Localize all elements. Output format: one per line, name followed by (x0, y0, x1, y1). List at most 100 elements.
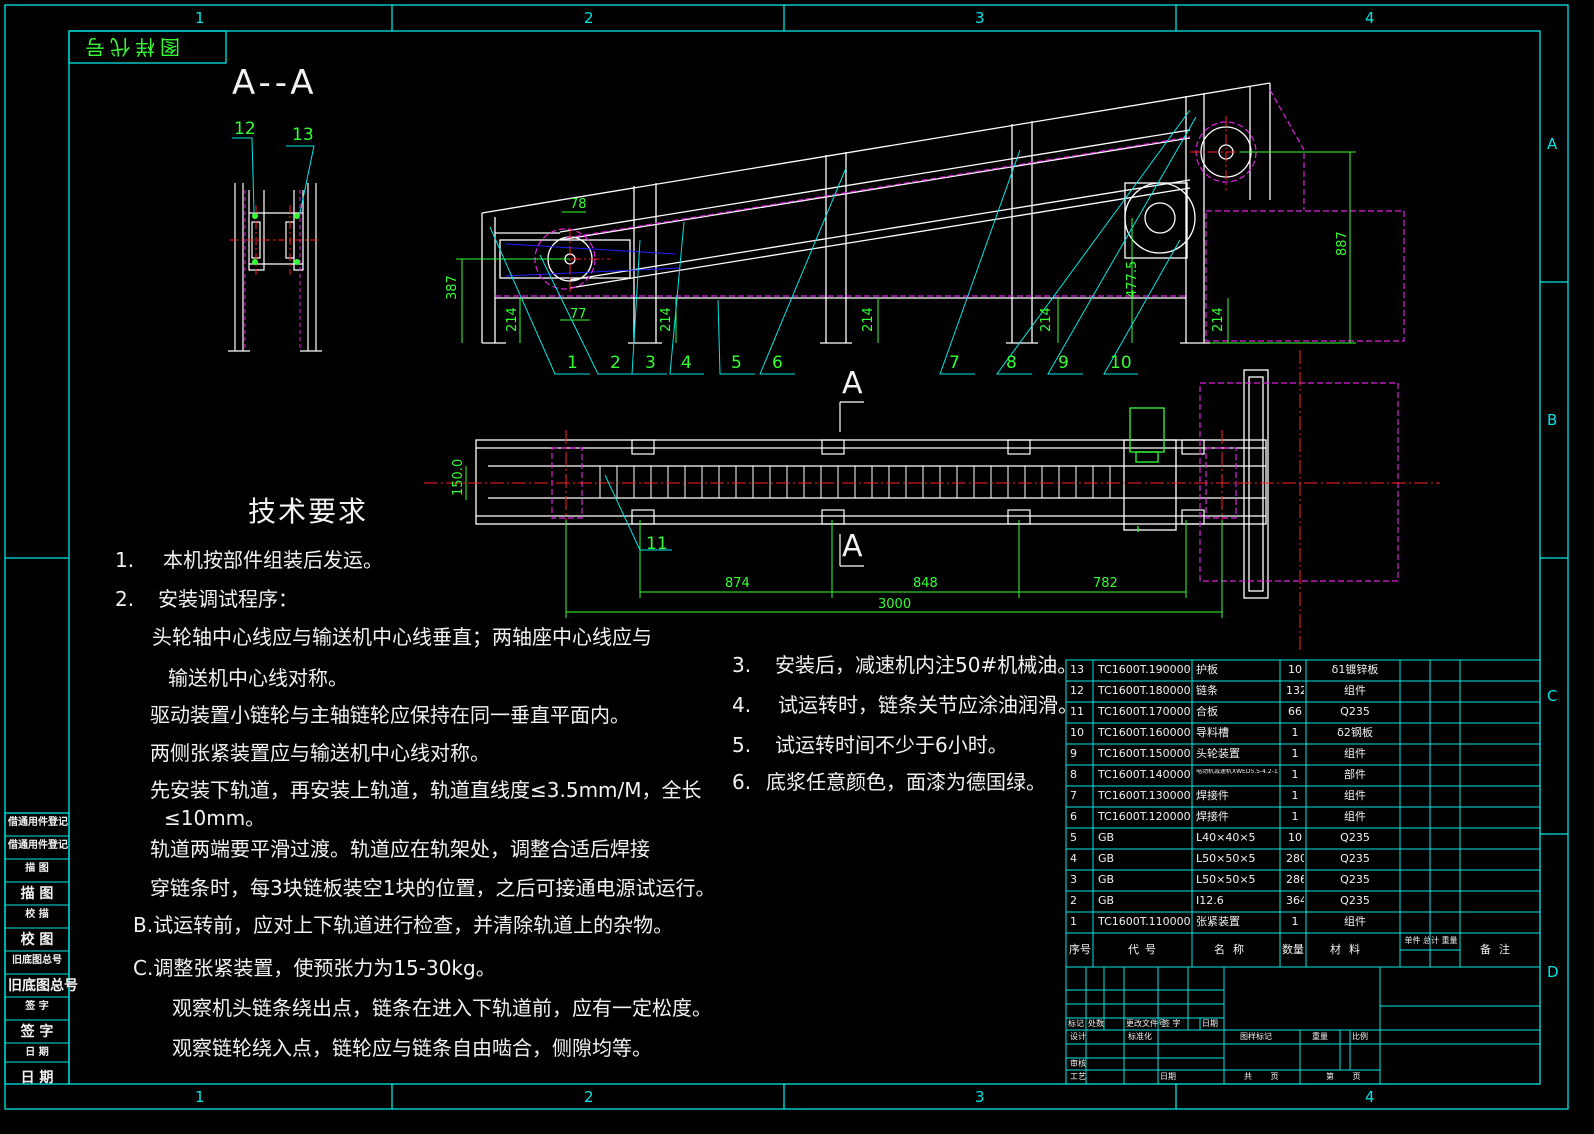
bom-cell: 组件 (1344, 685, 1366, 696)
bom-cell: 导料槽 (1196, 727, 1229, 738)
left-strip-label: 借通用件登记 (8, 840, 68, 851)
bom-cell: TC1600T.1500000 (1098, 748, 1190, 759)
dim-214-b: 214 (659, 307, 674, 332)
bom-cell: 2861 (1286, 874, 1304, 885)
bom-cell: GB (1098, 874, 1115, 885)
bom-cell: TC1600T.1400000 (1098, 769, 1190, 780)
bom-cell: TC1600T.1900000 (1098, 664, 1190, 675)
bom-cell: 部件 (1344, 769, 1366, 780)
dim-150: 150.0 (451, 458, 466, 496)
left-strip-label: 校 描 (25, 909, 49, 920)
dim-214-a: 214 (505, 307, 520, 332)
left-strip-label: 日 期 (25, 1047, 49, 1058)
tech-req-line-2f: ≤10mm。 (164, 806, 266, 830)
section-cut-label-bottom: A (842, 529, 863, 564)
bom-cell: 电动机减速机XWED5.5-4.2-1/385 (1196, 769, 1278, 775)
tb-label-sheet-no: 第 页 (1326, 1072, 1369, 1081)
dim-887: 887 (1335, 231, 1350, 256)
bom-cell: 13 (1070, 664, 1084, 675)
tech-req-text-1: 本机按部件组装后发运。 (163, 548, 383, 572)
bom-cell: Q235 (1340, 706, 1370, 717)
section-cut-label-top: A (842, 366, 863, 401)
tech-req-line-b: B.试运转前，应对上下轨道进行检查，并清除轨道上的杂物。 (133, 913, 674, 937)
bom-cell: GB (1098, 832, 1115, 843)
dim-874: 874 (725, 576, 750, 591)
tb-label-process: 工艺 (1070, 1072, 1086, 1081)
dim-848: 848 (913, 576, 938, 591)
tb-label-count: 处数 (1088, 1019, 1104, 1028)
bom-cell: 1 (1291, 727, 1299, 738)
bom-header-material: 材料 (1330, 943, 1368, 956)
tech-req-text-2: 安装调试程序： (158, 587, 298, 611)
part-tag-4: 4 (681, 353, 692, 373)
bom-cell: 头轮装置 (1196, 748, 1240, 759)
bom-cell: TC1600T.1300000 (1098, 790, 1190, 801)
zone-row-c: C (1547, 687, 1558, 705)
bom-cell: 1 (1070, 916, 1077, 927)
tb-label-total-sheets: 共 页 (1244, 1072, 1287, 1081)
left-strip-label: 描 图 (25, 863, 49, 874)
tb-label-date2: 日期 (1160, 1072, 1176, 1081)
bom-cell: GB (1098, 853, 1115, 864)
bom-header-qty: 数量 (1282, 943, 1304, 956)
bom-cell: 焊接件 (1196, 811, 1229, 822)
bom-cell: 1 (1291, 790, 1299, 801)
bom-cell: 护板 (1196, 664, 1218, 675)
part-tag-2: 2 (610, 353, 621, 373)
bom-cell: TC1600T.1100000 (1098, 916, 1190, 927)
zone-col-4-bottom: 4 (1365, 1088, 1375, 1106)
tech-req-text-4: 试运转时，链条关节应涂油润滑。 (778, 693, 1078, 717)
bom-cell: 1 (1291, 769, 1299, 780)
bom-cell: δ2钢板 (1337, 727, 1373, 738)
bom-cell: 7 (1070, 790, 1077, 801)
tech-req-text-6: 底浆任意颜色，面漆为德国绿。 (766, 770, 1046, 794)
elevation-view (481, 82, 1271, 344)
bom-cell: GB (1098, 895, 1115, 906)
bom-cell: Q235 (1340, 874, 1370, 885)
bom-cell: L50×50×5 (1196, 874, 1256, 885)
dim-782: 782 (1093, 576, 1118, 591)
dim-214-c: 214 (861, 307, 876, 332)
tb-label-mark: 标记 (1068, 1019, 1084, 1028)
bom-cell: 10 (1288, 664, 1302, 675)
tech-req-line-c1: 观察机头链条绕出点，链条在进入下轨道前，应有一定松度。 (172, 996, 712, 1020)
tech-req-num-2: 2. (115, 587, 135, 611)
bom-cell: 组件 (1344, 916, 1366, 927)
dim-214-e: 214 (1211, 307, 1226, 332)
part-tag-7: 7 (949, 353, 960, 373)
bom-cell: TC1600T.1200000 (1098, 811, 1190, 822)
left-strip-label: 校 图 (20, 932, 54, 948)
tech-req-num-6: 6. (732, 770, 752, 794)
tech-req-text-5: 试运转时间不少于6小时。 (775, 733, 1008, 757)
title-stamp: 图样代号 (80, 35, 180, 59)
bom-header-weight: 单件 总计 重量 (1404, 936, 1458, 945)
tb-label-date: 日期 (1202, 1019, 1218, 1028)
left-strip-label: 旧底图总号 (8, 978, 78, 994)
zone-row-b: B (1547, 411, 1558, 429)
tech-req-line-2a: 头轮轴中心线应与输送机中心线垂直；两轴座中心线应与 (152, 625, 652, 649)
zone-col-3-top: 3 (975, 9, 985, 27)
tech-req-num-5: 5. (732, 733, 752, 757)
tech-req-line-2b: 输送机中心线对称。 (168, 666, 348, 690)
tb-label-scale: 比例 (1352, 1032, 1368, 1041)
dim-78: 78 (570, 197, 587, 212)
left-strip-label: 签 字 (20, 1024, 54, 1040)
zone-col-3-bottom: 3 (975, 1088, 985, 1106)
bom-cell: 1 (1291, 916, 1299, 927)
dim-77: 77 (570, 307, 587, 322)
bom-cell: 组件 (1344, 790, 1366, 801)
bom-cell: TC1600T.1800000 (1098, 685, 1190, 696)
part-tag-5: 5 (731, 353, 742, 373)
bom-cell: 10 (1070, 727, 1084, 738)
bom-cell: 组件 (1344, 748, 1366, 759)
bom-header-code: 代号 (1128, 943, 1162, 956)
bom-cell: 2800 (1286, 853, 1304, 864)
bom-cell: 5 (1070, 832, 1077, 843)
part-tag-11: 11 (646, 534, 668, 554)
zone-col-2-top: 2 (584, 9, 594, 27)
dim-214-d: 214 (1039, 307, 1054, 332)
tech-req-num-4: 4. (732, 693, 752, 717)
tech-req-num-1: 1. (115, 548, 135, 572)
bom-cell: I12.6 (1196, 895, 1224, 906)
left-strip-label: 日 期 (20, 1070, 54, 1086)
